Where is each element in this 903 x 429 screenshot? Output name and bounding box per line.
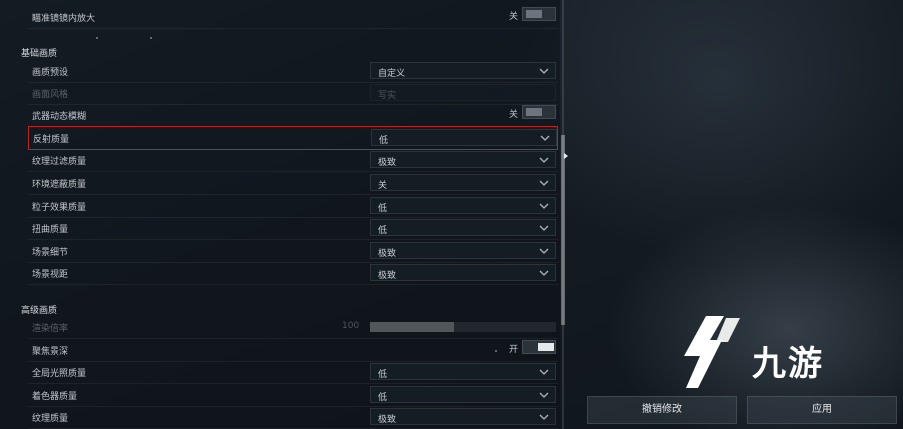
setting-label: 画面风格: [32, 90, 69, 100]
dropdown-value: 低: [378, 226, 388, 236]
dropdown-value: 低: [379, 136, 389, 146]
setting-row-ambient-occlusion: 环境遮蔽质量 关: [28, 172, 558, 195]
setting-label: 场景细节: [32, 248, 69, 258]
chevron-down-icon: [539, 369, 549, 375]
setting-label: 反射质量: [33, 135, 70, 145]
setting-row-distortion: 扭曲质量 低: [28, 217, 558, 240]
settings-panel: 瞄准镜镜内放大 关 基础画质 画质预设 自定义 画面风格 写实 武器动态模糊 关…: [0, 0, 560, 429]
setting-label: 扭曲质量: [32, 225, 69, 235]
distortion-dropdown[interactable]: 低: [370, 219, 556, 236]
toggle-state-text: 开: [508, 345, 518, 355]
chevron-down-icon: [539, 157, 549, 163]
setting-row-scope-zoom: 瞄准镜镜内放大 关: [28, 6, 558, 29]
scene-detail-dropdown[interactable]: 极致: [370, 242, 556, 259]
setting-row-texture-filter: 纹理过滤质量 极致: [28, 149, 558, 172]
setting-row-preset: 画质预设 自定义: [28, 60, 558, 83]
style-dropdown: 写实: [370, 84, 556, 101]
scrollbar-thumb[interactable]: [561, 135, 565, 325]
ambient-occlusion-dropdown[interactable]: 关: [370, 174, 556, 191]
section-title-advanced: 高级画质: [21, 306, 58, 316]
chevron-down-icon: [539, 68, 549, 74]
setting-row-depth-of-field: 聚焦景深 开: [28, 339, 558, 362]
depth-of-field-toggle[interactable]: [522, 340, 556, 354]
setting-label: 画质预设: [32, 68, 69, 78]
render-scale-value: 100: [342, 321, 360, 331]
view-distance-dropdown[interactable]: 极致: [370, 264, 556, 281]
chevron-down-icon: [539, 392, 549, 398]
setting-row-style: 画面风格 写实: [28, 82, 558, 105]
setting-label: 纹理过滤质量: [32, 157, 87, 167]
dropdown-value: 自定义: [378, 69, 406, 79]
weapon-motion-blur-toggle[interactable]: [522, 105, 556, 119]
decorative-dot: [96, 37, 98, 39]
setting-label: 着色器质量: [32, 392, 78, 402]
setting-row-render-scale: 渲染倍率 100: [28, 316, 558, 339]
scroll-caret-icon: [564, 153, 568, 159]
slider-fill: [370, 322, 454, 332]
particle-dropdown[interactable]: 低: [370, 197, 556, 214]
section-title-basic: 基础画质: [21, 49, 58, 59]
decorative-dot: [495, 350, 497, 352]
chevron-down-icon: [539, 248, 549, 254]
setting-row-particle: 粒子效果质量 低: [28, 195, 558, 218]
setting-row-weapon-motion-blur: 武器动态模糊 关: [28, 104, 558, 127]
setting-row-global-illumination: 全局光照质量 低: [28, 361, 558, 384]
preset-dropdown[interactable]: 自定义: [370, 62, 556, 79]
setting-label: 渲染倍率: [32, 324, 69, 334]
dropdown-value: 写实: [378, 91, 397, 101]
global-illumination-dropdown[interactable]: 低: [370, 363, 556, 380]
reflection-dropdown[interactable]: 低: [371, 129, 557, 146]
chevron-down-icon: [539, 203, 549, 209]
setting-label: 环境遮蔽质量: [32, 180, 87, 190]
setting-row-view-distance: 场景视距 极致: [28, 262, 558, 285]
chevron-down-icon: [540, 135, 550, 141]
chevron-down-icon: [539, 180, 549, 186]
chevron-down-icon: [539, 225, 549, 231]
toggle-state-text: 关: [508, 110, 518, 120]
shader-dropdown[interactable]: 低: [370, 386, 556, 403]
chevron-down-icon: [539, 414, 549, 420]
texture-filter-dropdown[interactable]: 极致: [370, 151, 556, 168]
chevron-down-icon: [539, 270, 549, 276]
watermark-text: 九游: [752, 344, 824, 384]
setting-label: 粒子效果质量: [32, 203, 87, 213]
toggle-state-text: 关: [508, 12, 518, 22]
setting-label: 瞄准镜镜内放大: [32, 14, 96, 24]
setting-label: 纹理质量: [32, 414, 69, 424]
setting-label: 全局光照质量: [32, 369, 87, 379]
setting-row-texture: 纹理质量 极致: [28, 406, 558, 429]
jiuyou-logo-icon: [684, 316, 740, 388]
setting-label: 场景视距: [32, 270, 69, 280]
revert-changes-button[interactable]: 撤销修改: [587, 396, 737, 424]
setting-label: 武器动态模糊: [32, 112, 87, 122]
dropdown-value: 关: [378, 181, 388, 191]
dropdown-value: 低: [378, 204, 388, 214]
texture-dropdown[interactable]: 极致: [370, 408, 556, 425]
decorative-dot: [150, 37, 152, 39]
dropdown-value: 低: [378, 393, 388, 403]
dropdown-value: 极致: [378, 271, 397, 281]
scope-zoom-toggle[interactable]: [522, 7, 556, 21]
dropdown-value: 极致: [378, 249, 397, 259]
apply-button[interactable]: 应用: [747, 396, 897, 424]
setting-row-reflection: 反射质量 低: [28, 126, 558, 150]
render-scale-slider: [370, 322, 556, 332]
setting-row-scene-detail: 场景细节 极致: [28, 240, 558, 263]
dropdown-value: 极致: [378, 415, 397, 425]
dropdown-value: 极致: [378, 158, 397, 168]
dropdown-value: 低: [378, 370, 388, 380]
setting-row-shader: 着色器质量 低: [28, 384, 558, 407]
setting-label: 聚焦景深: [32, 347, 69, 357]
